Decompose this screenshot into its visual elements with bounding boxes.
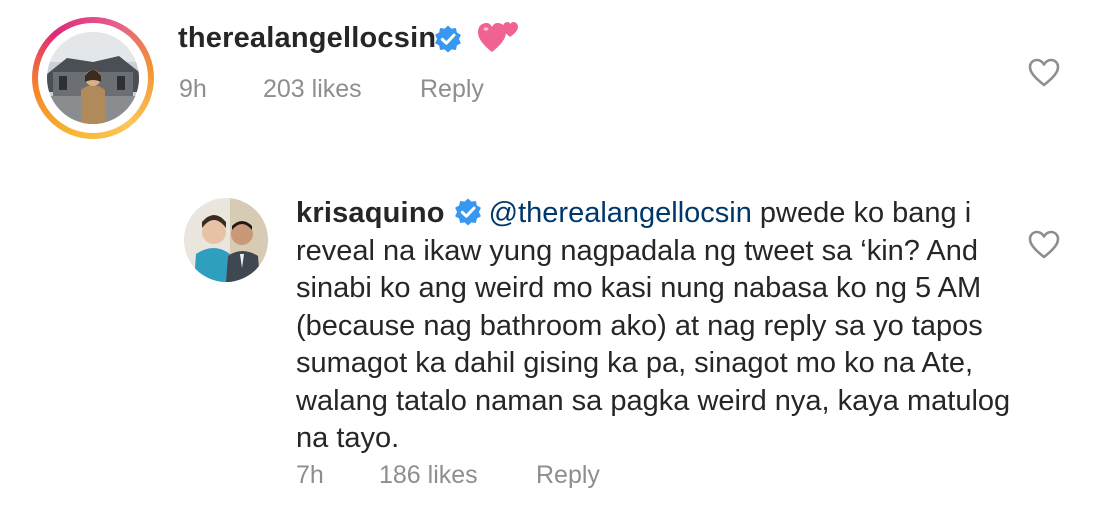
comment-body: pwede ko bang i reveal na ikaw yung nagp… <box>296 197 1011 454</box>
verified-badge-icon <box>453 193 483 231</box>
comment-time: 9h <box>179 75 207 103</box>
heart-outline-icon[interactable] <box>1028 58 1060 93</box>
like-count[interactable]: 186 likes <box>379 461 478 490</box>
avatar[interactable] <box>184 198 268 282</box>
comment-time: 7h <box>296 461 324 489</box>
reply-button[interactable]: Reply <box>420 75 484 104</box>
story-ring[interactable] <box>32 17 154 139</box>
username[interactable]: therealangellocsin <box>178 22 436 55</box>
comment-text: krisaquino @therealangellocsin pwede ko … <box>296 195 1016 458</box>
mention-link[interactable]: @therealangellocsin <box>489 197 752 229</box>
heart-outline-icon[interactable] <box>1028 230 1060 265</box>
comment-krisaquino: krisaquino @therealangellocsin pwede ko … <box>0 180 1120 507</box>
username[interactable]: krisaquino <box>296 197 445 229</box>
reply-button[interactable]: Reply <box>536 461 600 490</box>
comment-therealangellocsin: therealangellocsin 9h 203 likes Reply <box>0 0 1120 150</box>
avatar[interactable] <box>47 32 139 124</box>
verified-badge-icon <box>433 24 463 59</box>
two-hearts-emoji <box>478 20 520 59</box>
like-count[interactable]: 203 likes <box>263 75 362 104</box>
